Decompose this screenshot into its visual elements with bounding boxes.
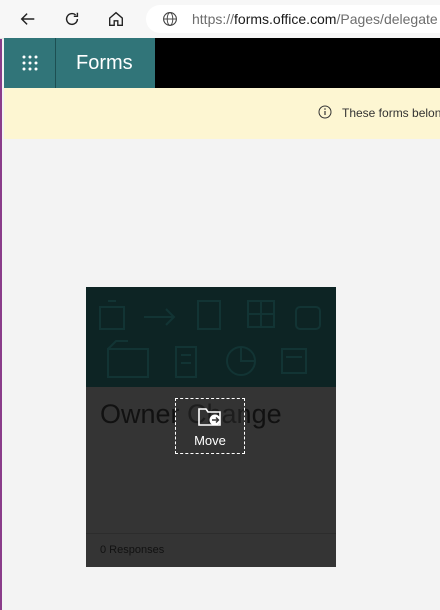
info-icon: [318, 105, 332, 119]
app-brand[interactable]: Forms: [56, 38, 155, 88]
url-prefix: https://: [192, 11, 235, 27]
info-banner: These forms belon: [4, 88, 440, 139]
url-host: forms.office.com: [234, 11, 337, 27]
forms-header: Forms: [4, 38, 440, 88]
back-button[interactable]: [15, 6, 41, 32]
waffle-icon: [22, 55, 37, 71]
card-divider: [86, 533, 336, 534]
move-button[interactable]: Move: [175, 398, 245, 454]
move-folder-icon: [198, 408, 221, 426]
refresh-icon: [65, 12, 79, 26]
thumbnail-pattern-icon: [99, 300, 321, 378]
form-card-thumbnail: [86, 287, 336, 387]
banner-text: These forms belon: [342, 106, 440, 120]
back-arrow-icon: [20, 13, 35, 25]
move-label: Move: [194, 433, 226, 448]
address-bar[interactable]: https://forms.office.com/Pages/delegate: [146, 5, 440, 33]
form-card[interactable]: Owner Change 0 Responses Move: [86, 287, 336, 567]
url-text: https://forms.office.com/Pages/delegate: [192, 11, 438, 27]
home-button[interactable]: [103, 6, 129, 32]
app-launcher-button[interactable]: [4, 38, 56, 88]
globe-icon: [163, 12, 177, 26]
window-edge: [0, 38, 2, 610]
url-path: /Pages/delegate: [336, 11, 438, 27]
refresh-button[interactable]: [59, 6, 85, 32]
browser-toolbar: https://forms.office.com/Pages/delegate: [0, 0, 440, 39]
responses-count: 0 Responses: [100, 544, 165, 556]
home-icon: [109, 11, 123, 26]
